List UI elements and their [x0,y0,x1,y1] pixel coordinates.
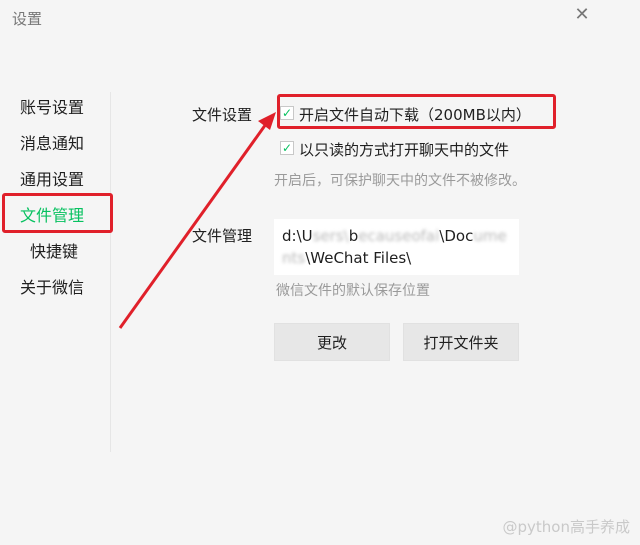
change-path-button[interactable]: 更改 [274,323,390,361]
watermark: @python高手养成 [502,518,630,536]
path-text: d:\U [282,227,313,245]
path-redacted: a [425,227,436,245]
read-only-hint: 开启后，可保护聊天中的文件不被修改。 [274,173,526,189]
sidebar-item-notifications[interactable]: 消息通知 [20,124,110,160]
save-path-field[interactable]: d:\Users\becauseofai\Documents\WeChat Fi… [274,219,519,275]
close-icon: ✕ [574,3,590,25]
sidebar-item-general[interactable]: 通用设置 [20,160,110,196]
sidebar-item-account[interactable]: 账号设置 [20,88,110,124]
auto-download-checkbox[interactable]: ✓ [280,106,294,120]
check-icon: ✓ [281,141,293,155]
path-redacted: ecauseof [358,227,426,245]
auto-download-label: 开启文件自动下载（200MB以内） [299,106,531,124]
save-path-hint: 微信文件的默认保存位置 [276,283,430,299]
read-only-checkbox[interactable]: ✓ [280,141,294,155]
file-settings-label: 文件设置 [192,106,253,124]
check-icon: ✓ [281,106,293,120]
path-redacted: sers\ [312,227,349,245]
sidebar-item-shortcuts[interactable]: 快捷键 [20,232,120,268]
file-management-label: 文件管理 [192,227,253,245]
sidebar-divider [110,92,111,452]
window-title: 设置 [12,10,43,28]
path-text: \WeChat Files\ [305,249,412,267]
path-text: oc [455,227,474,245]
read-only-label: 以只读的方式打开聊天中的文件 [299,141,510,159]
path-text: \D [439,227,456,245]
path-redacted: i [435,227,440,245]
sidebar-item-about[interactable]: 关于微信 [20,268,110,304]
close-button[interactable]: ✕ [570,2,594,26]
open-folder-button[interactable]: 打开文件夹 [403,323,519,361]
path-text: b [348,227,359,245]
sidebar-item-file-management[interactable]: 文件管理 [20,196,110,232]
